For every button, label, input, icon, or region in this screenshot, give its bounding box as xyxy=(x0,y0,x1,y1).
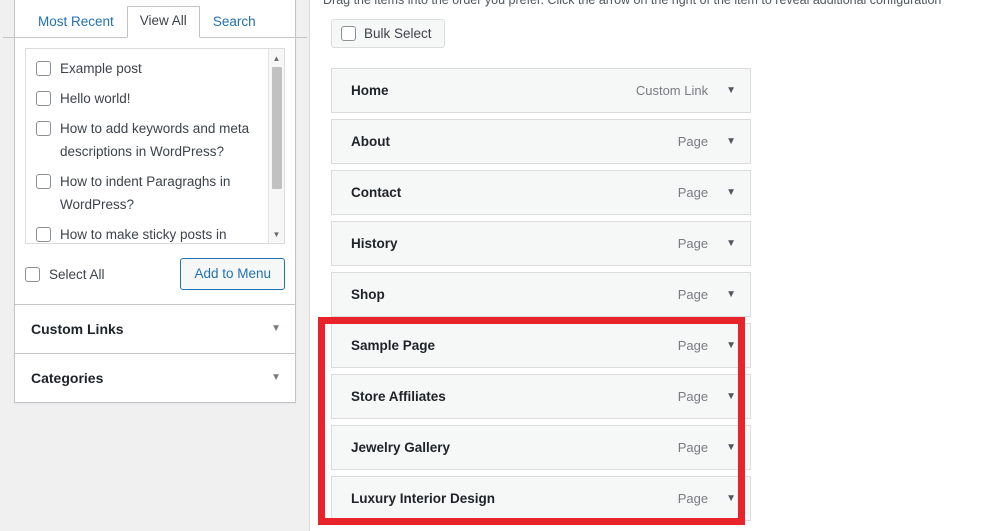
menu-item-type: Custom Link xyxy=(635,83,709,98)
menu-structure-column: Drag the items into the order you prefer… xyxy=(310,0,983,531)
menu-item-row[interactable]: Contact Page ▼ xyxy=(331,170,751,215)
menu-item-row[interactable]: Store Affiliates Page ▼ xyxy=(331,374,751,419)
list-item-label: How to make sticky posts in WordPress? xyxy=(60,227,227,242)
accordion-categories[interactable]: Categories ▼ xyxy=(15,353,295,402)
scroll-up-arrow-icon[interactable]: ▲ xyxy=(269,51,284,65)
tab-search[interactable]: Search xyxy=(200,7,269,38)
menu-item-type: Page xyxy=(677,287,709,302)
menu-item-type: Page xyxy=(677,134,709,149)
chevron-down-icon[interactable]: ▼ xyxy=(271,373,281,383)
menu-item-title: Jewelry Gallery xyxy=(351,440,451,455)
menu-item-type: Page xyxy=(677,440,709,455)
add-menu-items-panel: Most Recent View All Search Example post… xyxy=(3,0,307,403)
checkbox-icon[interactable] xyxy=(36,91,51,106)
chevron-down-icon[interactable]: ▼ xyxy=(271,324,281,334)
menu-items-list: Home Custom Link ▼ About Page ▼ Contact … xyxy=(331,68,751,527)
bulk-select-button[interactable]: Bulk Select xyxy=(331,19,445,48)
list-item[interactable]: Example post xyxy=(36,57,264,80)
post-list-container: Example post Hello world! How to add key… xyxy=(25,48,285,244)
menu-item-title: Sample Page xyxy=(351,338,436,353)
chevron-down-icon[interactable]: ▼ xyxy=(726,340,736,351)
accordion-label: Categories xyxy=(31,370,104,386)
menu-item-meta: Page ▼ xyxy=(678,185,736,200)
list-item[interactable]: How to indent Paragraghs in WordPress? xyxy=(36,170,264,216)
accordion-custom-links[interactable]: Custom Links ▼ xyxy=(15,304,295,353)
chevron-down-icon[interactable]: ▼ xyxy=(726,85,736,96)
menu-item-title: Shop xyxy=(351,287,385,302)
menu-item-type: Page xyxy=(677,185,709,200)
select-all-control[interactable]: Select All xyxy=(25,266,105,282)
chevron-down-icon[interactable]: ▼ xyxy=(726,238,736,249)
menu-item-title: Luxury Interior Design xyxy=(351,491,496,506)
list-item-label: How to indent Paragraghs in WordPress? xyxy=(60,174,231,212)
list-item[interactable]: Hello world! xyxy=(36,87,264,110)
menu-item-meta: Page ▼ xyxy=(678,134,736,149)
tab-most-recent[interactable]: Most Recent xyxy=(25,7,127,38)
menu-item-meta: Page ▼ xyxy=(678,440,736,455)
chevron-down-icon[interactable]: ▼ xyxy=(726,136,736,147)
list-item[interactable]: How to add keywords and meta description… xyxy=(36,117,264,163)
checkbox-icon[interactable] xyxy=(341,26,356,41)
checkbox-icon[interactable] xyxy=(36,61,51,76)
menu-item-title: Contact xyxy=(351,185,402,200)
chevron-down-icon[interactable]: ▼ xyxy=(726,442,736,453)
menu-item-row[interactable]: History Page ▼ xyxy=(331,221,751,266)
list-item[interactable]: How to make sticky posts in WordPress? xyxy=(36,223,264,243)
menu-item-row[interactable]: Shop Page ▼ xyxy=(331,272,751,317)
menu-item-row[interactable]: Luxury Interior Design Page ▼ xyxy=(331,476,751,521)
scroll-down-arrow-icon[interactable]: ▼ xyxy=(269,227,284,241)
add-menu-items-column: Most Recent View All Search Example post… xyxy=(0,0,310,531)
post-list: Example post Hello world! How to add key… xyxy=(26,49,284,243)
menu-item-title: Home xyxy=(351,83,389,98)
select-all-label: Select All xyxy=(49,266,105,282)
menu-item-type: Page xyxy=(677,338,709,353)
chevron-down-icon[interactable]: ▼ xyxy=(726,187,736,198)
menu-item-meta: Page ▼ xyxy=(678,491,736,506)
menu-item-meta: Page ▼ xyxy=(678,338,736,353)
menu-instructions-text: Drag the items into the order you prefer… xyxy=(323,0,942,7)
menu-item-row[interactable]: Jewelry Gallery Page ▼ xyxy=(331,425,751,470)
list-item-label: Example post xyxy=(60,61,142,76)
checkbox-icon[interactable] xyxy=(36,174,51,189)
menu-item-type: Page xyxy=(677,236,709,251)
menu-item-title: About xyxy=(351,134,390,149)
menu-item-meta: Page ▼ xyxy=(678,389,736,404)
menu-item-meta: Page ▼ xyxy=(678,236,736,251)
menu-item-row[interactable]: About Page ▼ xyxy=(331,119,751,164)
list-item-label: Hello world! xyxy=(60,91,131,106)
menu-item-type: Page xyxy=(677,491,709,506)
menu-item-row[interactable]: Home Custom Link ▼ xyxy=(331,68,751,113)
chevron-down-icon[interactable]: ▼ xyxy=(726,289,736,300)
post-type-tabs: Most Recent View All Search xyxy=(3,0,307,38)
post-list-scrollbar[interactable]: ▲ ▼ xyxy=(268,49,284,243)
list-item-label: How to add keywords and meta description… xyxy=(60,121,250,159)
accordion-label: Custom Links xyxy=(31,321,124,337)
add-to-menu-button[interactable]: Add to Menu xyxy=(180,258,285,290)
menu-item-row[interactable]: Sample Page Page ▼ xyxy=(331,323,751,368)
menu-item-meta: Custom Link ▼ xyxy=(636,83,736,98)
menu-item-type: Page xyxy=(677,389,709,404)
checkbox-icon[interactable] xyxy=(36,227,51,242)
select-all-row: Select All Add to Menu xyxy=(15,244,295,304)
chevron-down-icon[interactable]: ▼ xyxy=(726,391,736,402)
scrollbar-thumb[interactable] xyxy=(272,67,282,189)
tab-view-all[interactable]: View All xyxy=(126,6,200,38)
bulk-select-label: Bulk Select xyxy=(364,26,432,41)
chevron-down-icon[interactable]: ▼ xyxy=(726,493,736,504)
checkbox-icon[interactable] xyxy=(36,121,51,136)
menu-item-meta: Page ▼ xyxy=(678,287,736,302)
menu-item-title: History xyxy=(351,236,398,251)
checkbox-icon[interactable] xyxy=(25,266,40,282)
menu-item-title: Store Affiliates xyxy=(351,389,446,404)
